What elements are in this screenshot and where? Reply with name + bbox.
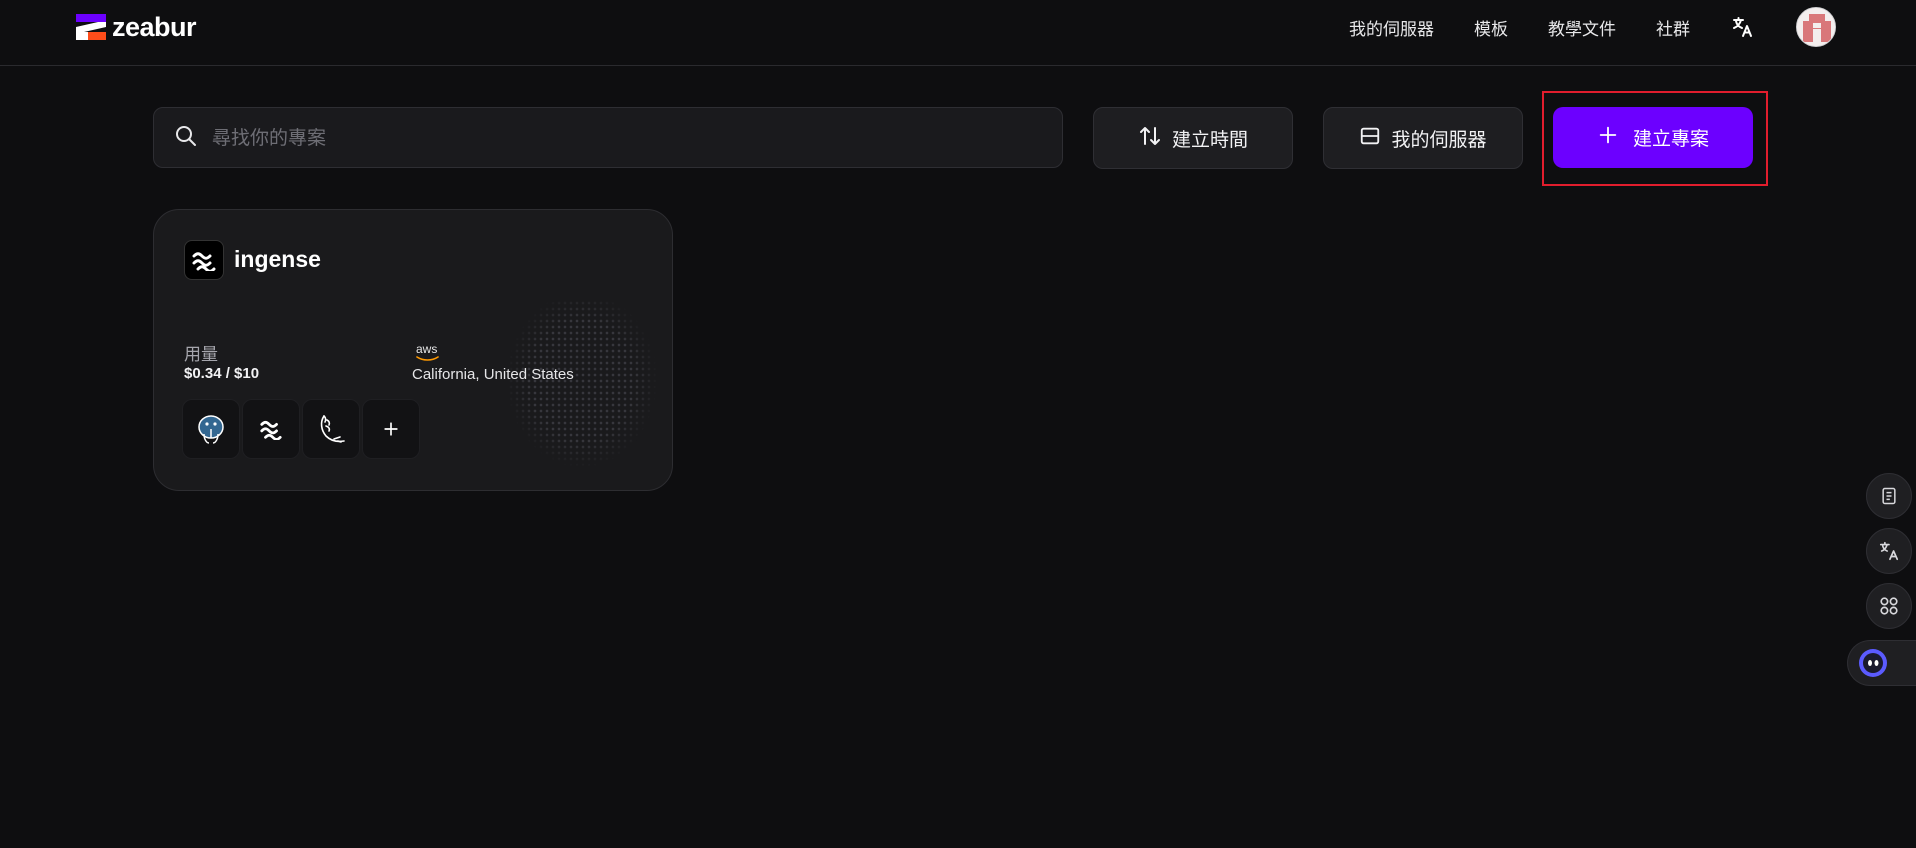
avatar[interactable]: [1796, 7, 1836, 47]
sort-by-created-button[interactable]: 建立時間: [1093, 107, 1293, 169]
document-icon[interactable]: [1866, 473, 1912, 519]
postgresql-icon[interactable]: [182, 399, 240, 459]
project-card[interactable]: ingense 用量 $0.34 / $10 aws California, U…: [153, 209, 673, 491]
my-servers-button[interactable]: 我的伺服器: [1323, 107, 1523, 169]
logo-text: zeabur: [112, 11, 197, 42]
sort-icon: [1138, 124, 1162, 153]
nav-servers[interactable]: 我的伺服器: [1349, 15, 1434, 40]
usage-value: $0.34 / $10: [184, 365, 260, 382]
search-input[interactable]: [212, 126, 1032, 149]
service-list: [182, 399, 420, 459]
project-search[interactable]: [153, 107, 1063, 168]
create-project-button[interactable]: 建立專案: [1553, 107, 1753, 168]
region-label: California, United States: [412, 366, 574, 383]
search-icon: [174, 124, 198, 152]
assistant-button[interactable]: [1847, 640, 1916, 686]
plus-icon: [384, 422, 398, 436]
sort-label: 建立時間: [1171, 128, 1248, 151]
top-header: zeabur 我的伺服器 模板 教學文件 社群: [0, 0, 1916, 66]
zeabur-logo[interactable]: zeabur: [76, 11, 197, 42]
nav-templates[interactable]: 模板: [1474, 15, 1508, 40]
zeabur-service-icon[interactable]: [242, 399, 300, 459]
flask-icon[interactable]: [302, 399, 360, 459]
translate-icon[interactable]: [1730, 15, 1754, 39]
usage-label: 用量: [184, 345, 218, 365]
assistant-icon: [1859, 649, 1887, 677]
translate-icon[interactable]: [1866, 528, 1912, 574]
nav-community[interactable]: 社群: [1656, 15, 1690, 40]
project-name[interactable]: ingense: [234, 246, 321, 273]
aws-logo-icon: aws: [416, 342, 438, 356]
create-project-label: 建立專案: [1632, 128, 1709, 150]
servers-label: 我的伺服器: [1391, 128, 1487, 151]
world-map-dots: [472, 300, 672, 490]
add-service-button[interactable]: [362, 399, 420, 459]
zeabur-logo-icon: [76, 14, 106, 40]
server-icon: [1359, 125, 1381, 152]
top-nav: 我的伺服器 模板 教學文件 社群: [1349, 7, 1836, 47]
project-icon: [184, 240, 224, 280]
aws-smile-icon: [416, 356, 439, 361]
nav-docs[interactable]: 教學文件: [1548, 15, 1616, 40]
apps-icon[interactable]: [1866, 583, 1912, 629]
plus-icon: [1597, 124, 1619, 151]
